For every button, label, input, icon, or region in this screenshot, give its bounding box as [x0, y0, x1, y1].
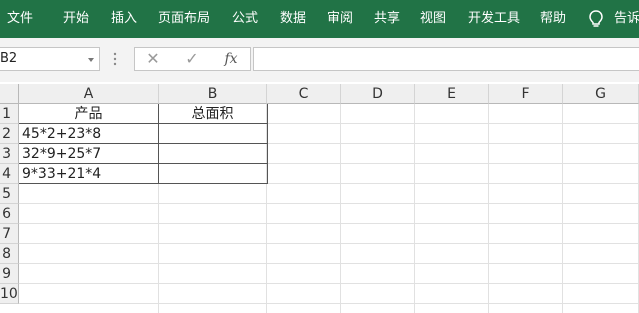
row-header-8[interactable]: 8: [0, 244, 19, 264]
cell-a2[interactable]: 45*2+23*8: [22, 124, 158, 144]
column-header-a[interactable]: A: [19, 84, 159, 104]
row-header-4[interactable]: 4: [0, 164, 19, 184]
cell-a3[interactable]: 32*9+25*7: [22, 144, 158, 164]
column-header-b[interactable]: B: [159, 84, 267, 104]
row-header-2[interactable]: 2: [0, 124, 19, 144]
formula-buttons: ✕ ✓ fx: [134, 47, 251, 71]
tab-view[interactable]: 视图: [420, 0, 446, 38]
tab-home[interactable]: 开始: [63, 0, 89, 38]
column-header-d[interactable]: D: [341, 84, 415, 104]
tab-insert[interactable]: 插入: [111, 0, 137, 38]
tab-formulas[interactable]: 公式: [232, 0, 258, 38]
ribbon-tabs: 文件 开始 插入 页面布局 公式 数据 审阅 共享 视图 开发工具 帮助 告诉: [0, 0, 639, 38]
enter-check-icon[interactable]: ✓: [178, 48, 206, 70]
name-box-value: B2: [0, 51, 18, 66]
tab-review[interactable]: 审阅: [327, 0, 353, 38]
row-header-9[interactable]: 9: [0, 264, 19, 284]
row-header-5[interactable]: 5: [0, 184, 19, 204]
column-header-g[interactable]: G: [563, 84, 639, 104]
chevron-down-icon[interactable]: [88, 58, 94, 62]
vertical-dots-icon[interactable]: [113, 52, 117, 66]
tell-me-search[interactable]: 告诉: [614, 0, 639, 38]
lightbulb-icon[interactable]: [587, 9, 605, 29]
tab-help[interactable]: 帮助: [540, 0, 566, 38]
column-header-e[interactable]: E: [415, 84, 489, 104]
tab-developer[interactable]: 开发工具: [468, 0, 520, 38]
formula-input[interactable]: [253, 47, 639, 71]
cell-a1[interactable]: 产品: [19, 104, 158, 124]
row-header-7[interactable]: 7: [0, 224, 19, 244]
tab-share[interactable]: 共享: [374, 0, 400, 38]
cell-b2[interactable]: [159, 124, 266, 144]
tab-page-layout[interactable]: 页面布局: [158, 0, 210, 38]
cell-a4[interactable]: 9*33+21*4: [22, 164, 158, 184]
tab-file[interactable]: 文件: [7, 0, 33, 38]
select-all-corner[interactable]: [0, 84, 19, 104]
tab-data[interactable]: 数据: [280, 0, 306, 38]
row-header-3[interactable]: 3: [0, 144, 19, 164]
row-header-1[interactable]: 1: [0, 104, 19, 124]
formula-bar: B2 ✕ ✓ fx: [0, 38, 639, 82]
insert-function-icon[interactable]: fx: [217, 48, 245, 70]
cancel-icon[interactable]: ✕: [139, 48, 167, 70]
cell-b3[interactable]: [159, 144, 266, 164]
cell-b4[interactable]: [159, 164, 266, 184]
name-box[interactable]: B2: [0, 47, 100, 71]
row-header-10[interactable]: 10: [0, 284, 19, 304]
cell-b1[interactable]: 总面积: [159, 104, 266, 124]
column-header-f[interactable]: F: [489, 84, 563, 104]
row-header-6[interactable]: 6: [0, 204, 19, 224]
column-header-c[interactable]: C: [267, 84, 341, 104]
